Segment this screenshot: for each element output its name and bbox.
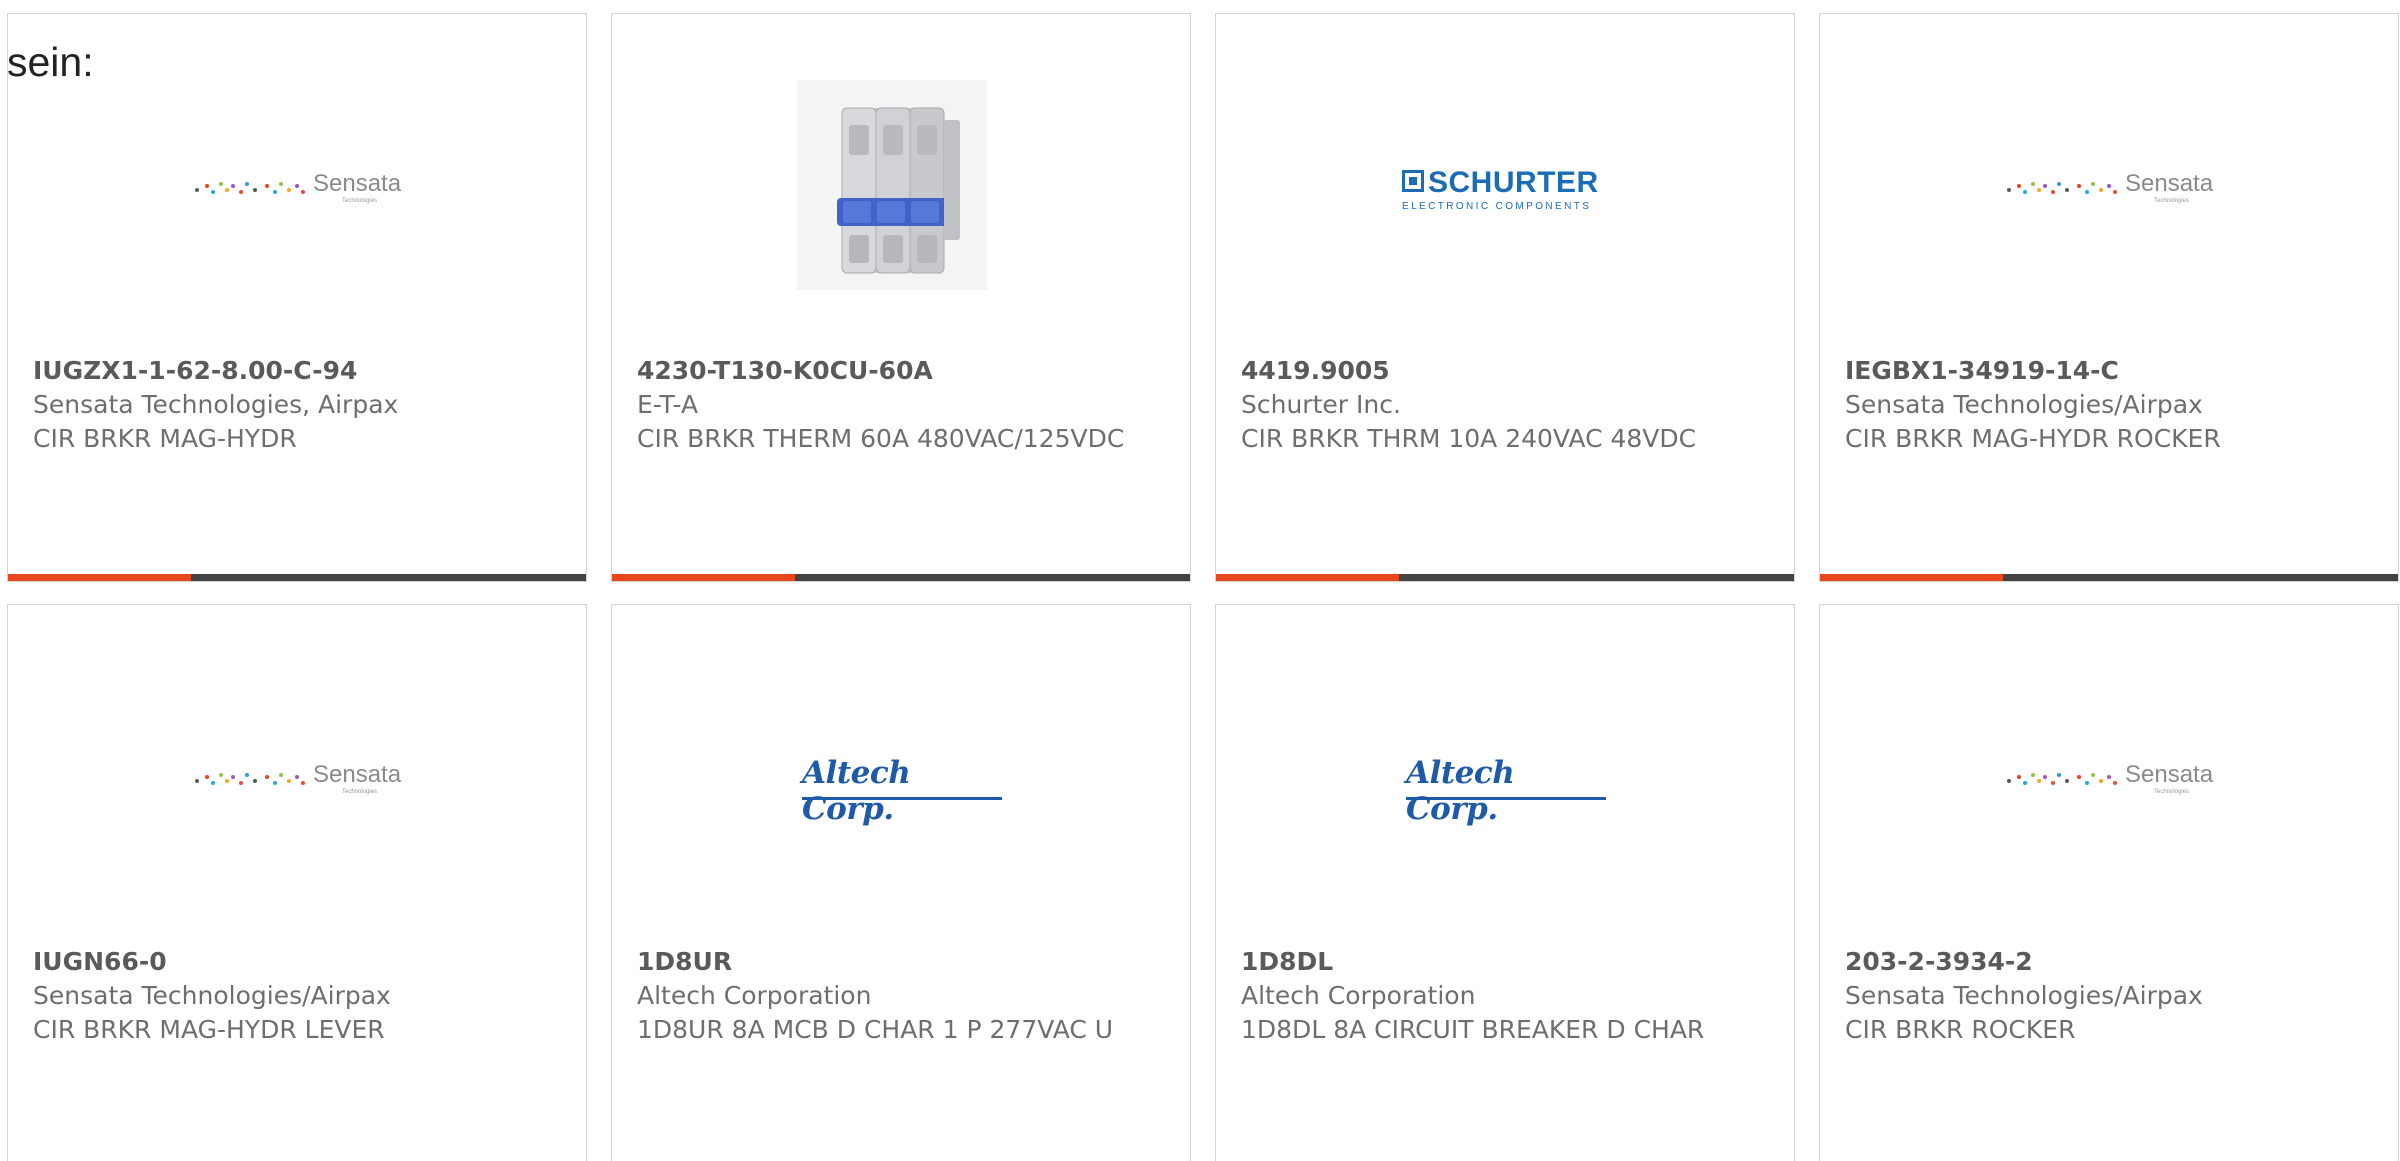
intro-text: sein:: [7, 39, 94, 85]
product-card[interactable]: Sensata Technologies 203-2-3934-2 Sensat…: [1819, 604, 2399, 1161]
product-info: IUGN66-0 Sensata Technologies/Airpax CIR…: [33, 945, 566, 1047]
product-description: CIR BRKR MAG-HYDR LEVER: [33, 1015, 385, 1044]
sensata-logo: Sensata Technologies: [195, 757, 407, 801]
product-description: 1D8DL 8A CIRCUIT BREAKER D CHAR: [1241, 1015, 1705, 1044]
product-description: CIR BRKR MAG-HYDR ROCKER: [1845, 424, 2221, 453]
product-info: 1D8DL Altech Corporation 1D8DL 8A CIRCUI…: [1241, 945, 1774, 1047]
manufacturer-name: Altech Corporation: [637, 981, 872, 1010]
product-card[interactable]: Sensata Technologies IUGN66-0 Sensata Te…: [7, 604, 587, 1161]
product-image[interactable]: Sensata Technologies: [8, 14, 586, 344]
product-info: 4419.9005 Schurter Inc. CIR BRKR THRM 10…: [1241, 354, 1774, 456]
circuit-breaker-photo: [797, 80, 987, 290]
product-description: CIR BRKR THERM 60A 480VAC/125VDC: [637, 424, 1125, 453]
card-bottom-bar: [8, 574, 586, 581]
card-bottom-bar: [1216, 574, 1794, 581]
product-image[interactable]: [612, 14, 1190, 344]
schurter-logo: SCHURTER ELECTRONIC COMPONENTS: [1402, 166, 1599, 212]
altech-logo: Altech Corp.: [802, 755, 1012, 827]
product-info: IUGZX1-1-62-8.00-C-94 Sensata Technologi…: [33, 354, 566, 456]
product-image[interactable]: Sensata Technologies: [1820, 14, 2398, 344]
part-number-link[interactable]: 4419.9005: [1241, 354, 1774, 388]
sensata-logo: Sensata Technologies: [2007, 757, 2219, 801]
product-image[interactable]: SCHURTER ELECTRONIC COMPONENTS: [1216, 14, 1794, 344]
product-info: 203-2-3934-2 Sensata Technologies/Airpax…: [1845, 945, 2378, 1047]
product-image[interactable]: Altech Corp.: [612, 605, 1190, 935]
card-bottom-bar: [1820, 574, 2398, 581]
altech-logo: Altech Corp.: [1406, 755, 1616, 827]
product-card[interactable]: Altech Corp. 1D8UR Altech Corporation 1D…: [611, 604, 1191, 1161]
part-number-link[interactable]: 1D8UR: [637, 945, 1170, 979]
product-image[interactable]: Sensata Technologies: [1820, 605, 2398, 935]
sensata-logo: Sensata Technologies: [195, 166, 407, 210]
card-bottom-bar: [612, 574, 1190, 581]
manufacturer-name: Schurter Inc.: [1241, 390, 1401, 419]
manufacturer-name: Sensata Technologies/Airpax: [33, 981, 391, 1010]
product-card[interactable]: Sensata Technologies IUGZX1-1-62-8.00-C-…: [7, 13, 587, 582]
product-info: IEGBX1-34919-14-C Sensata Technologies/A…: [1845, 354, 2378, 456]
product-info: 4230-T130-K0CU-60A E-T-A CIR BRKR THERM …: [637, 354, 1170, 456]
manufacturer-name: Sensata Technologies/Airpax: [1845, 981, 2203, 1010]
product-card[interactable]: 4230-T130-K0CU-60A E-T-A CIR BRKR THERM …: [611, 13, 1191, 582]
manufacturer-name: E-T-A: [637, 390, 699, 419]
part-number-link[interactable]: IUGN66-0: [33, 945, 566, 979]
manufacturer-name: Altech Corporation: [1241, 981, 1476, 1010]
part-number-link[interactable]: IEGBX1-34919-14-C: [1845, 354, 2378, 388]
part-number-link[interactable]: IUGZX1-1-62-8.00-C-94: [33, 354, 566, 388]
product-card[interactable]: Altech Corp. 1D8DL Altech Corporation 1D…: [1215, 604, 1795, 1161]
product-grid: Sensata Technologies IUGZX1-1-62-8.00-C-…: [7, 13, 2399, 1161]
product-card[interactable]: Sensata Technologies IEGBX1-34919-14-C S…: [1819, 13, 2399, 582]
product-image[interactable]: Sensata Technologies: [8, 605, 586, 935]
product-description: 1D8UR 8A MCB D CHAR 1 P 277VAC U: [637, 1015, 1114, 1044]
product-info: 1D8UR Altech Corporation 1D8UR 8A MCB D …: [637, 945, 1170, 1047]
product-card[interactable]: SCHURTER ELECTRONIC COMPONENTS 4419.9005…: [1215, 13, 1795, 582]
manufacturer-name: Sensata Technologies/Airpax: [1845, 390, 2203, 419]
part-number-link[interactable]: 1D8DL: [1241, 945, 1774, 979]
manufacturer-name: Sensata Technologies, Airpax: [33, 390, 399, 419]
part-number-link[interactable]: 4230-T130-K0CU-60A: [637, 354, 1170, 388]
part-number-link[interactable]: 203-2-3934-2: [1845, 945, 2378, 979]
product-grid-page: sein: Sensata Technologies IUGZX1-1-62-8…: [0, 0, 2400, 1161]
product-description: CIR BRKR MAG-HYDR: [33, 424, 297, 453]
product-description: CIR BRKR ROCKER: [1845, 1015, 2076, 1044]
product-description: CIR BRKR THRM 10A 240VAC 48VDC: [1241, 424, 1697, 453]
sensata-logo: Sensata Technologies: [2007, 166, 2219, 210]
product-image[interactable]: Altech Corp.: [1216, 605, 1794, 935]
